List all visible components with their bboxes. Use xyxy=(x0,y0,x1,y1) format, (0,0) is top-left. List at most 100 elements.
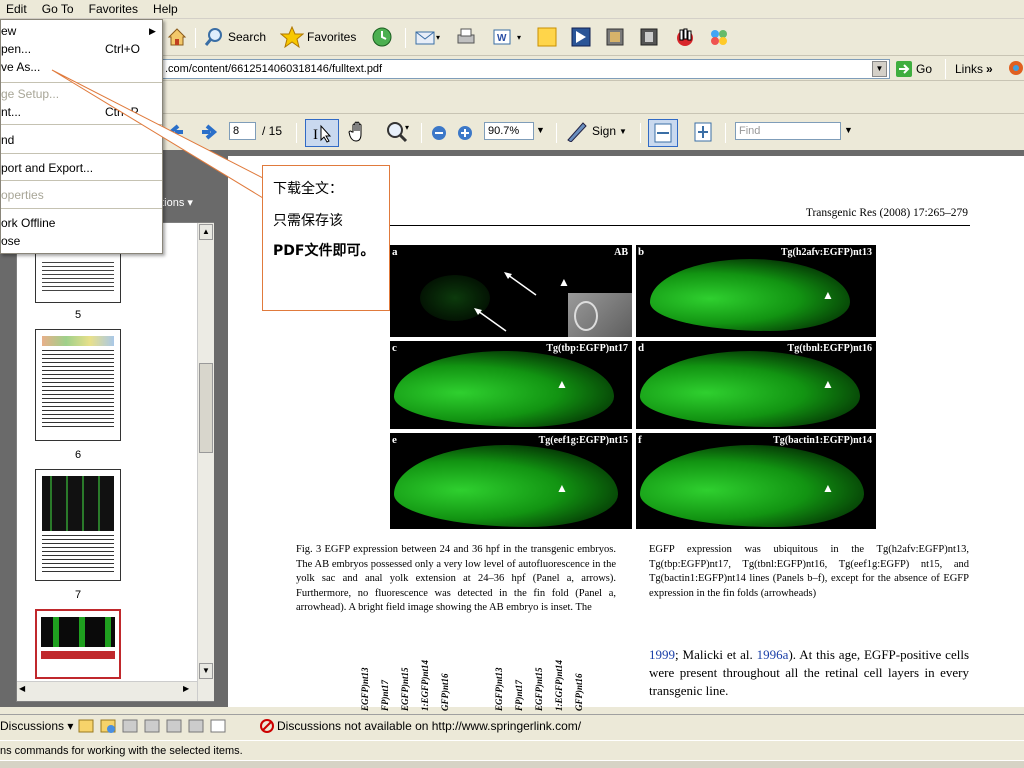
header-rule xyxy=(390,225,970,226)
citation-link[interactable]: 1996a xyxy=(757,647,789,662)
scroll-down-icon[interactable]: ▼ xyxy=(199,663,213,679)
arrowhead-icon: ▲ xyxy=(558,275,570,289)
notes-icon[interactable] xyxy=(536,25,560,49)
arrowhead-icon: ▲ xyxy=(822,481,834,495)
arrow-icon xyxy=(504,272,537,296)
not-available-icon xyxy=(260,719,274,733)
go-arrow-icon xyxy=(896,61,912,77)
discussions-label: Discussions xyxy=(0,719,65,733)
page-thumbnail[interactable] xyxy=(35,469,121,581)
discussions-bar: Discussions ▾ Discussions not available … xyxy=(0,714,1024,738)
status-text: ns commands for working with the selecte… xyxy=(0,745,243,757)
arrowhead-icon: ▲ xyxy=(822,288,834,302)
scroll-right-icon[interactable]: ▶ xyxy=(183,684,189,693)
rotated-label: 1:EGFP)nt14 xyxy=(420,659,430,711)
research-icon[interactable] xyxy=(604,25,628,49)
zoom-in-icon[interactable] xyxy=(456,121,474,145)
panel-letter: e xyxy=(392,434,397,446)
figure-panel-b: b Tg(h2afv:EGFP)nt13 ▲ xyxy=(636,245,876,337)
thumb-hscrollbar[interactable]: ◀ ▶ xyxy=(17,681,197,701)
discussions-button[interactable]: Discussions ▾ xyxy=(0,719,73,733)
messenger-icon[interactable] xyxy=(570,25,594,49)
fit-width-icon xyxy=(654,123,672,143)
thumbnail-page-number: 7 xyxy=(74,589,82,601)
annotation-callout: 下载全文： 只需保存该 PDF文件即可。 xyxy=(262,165,390,311)
figure-caption-left: Fig. 3 EGFP expression between 24 and 36… xyxy=(296,544,616,614)
find-dropdown-icon[interactable]: ▼ xyxy=(844,125,853,135)
rotated-label: 1:EGFP)nt14 xyxy=(554,659,564,711)
block-icon[interactable] xyxy=(674,25,698,49)
go-label: Go xyxy=(916,62,933,76)
discussion-icon[interactable] xyxy=(188,718,204,734)
arrow-icon xyxy=(474,308,507,332)
arrowhead-icon: ▲ xyxy=(556,377,568,391)
fit-width-button[interactable] xyxy=(648,119,678,147)
chevron-more-icon: » xyxy=(986,62,993,76)
panel-letter: b xyxy=(638,246,645,258)
zoom-level-value: 90.7% xyxy=(488,125,520,137)
svg-text:▾: ▾ xyxy=(405,123,409,132)
thumbnail-page-number: 6 xyxy=(74,449,82,461)
discussion-icon[interactable] xyxy=(144,718,160,734)
discussion-icon[interactable] xyxy=(122,718,138,734)
sign-dropdown-icon: ▼ xyxy=(619,126,627,136)
figure-panel-c: c Tg(tbp:EGFP)nt17 ▲ xyxy=(390,341,632,429)
arrowhead-icon: ▲ xyxy=(822,377,834,391)
fit-page-icon[interactable] xyxy=(692,120,714,144)
mail-icon[interactable]: ▾ xyxy=(414,25,444,49)
discussion-icon[interactable] xyxy=(166,718,182,734)
rotated-label: FP)nt17 xyxy=(514,679,524,711)
scroll-left-icon[interactable]: ◀ xyxy=(19,684,25,693)
zoom-dropdown-icon[interactable]: ▼ xyxy=(536,125,545,135)
go-button[interactable]: Go xyxy=(895,57,932,81)
links-label: Links xyxy=(955,62,984,76)
rotated-label: EGFP)nt15 xyxy=(534,667,544,711)
status-bar: ns commands for working with the selecte… xyxy=(0,740,1024,760)
callout-line: PDF文件即可。 xyxy=(273,243,375,259)
find-placeholder: Find xyxy=(739,125,761,137)
figure-panel-e: e Tg(eef1g:EGFP)nt15 ▲ xyxy=(390,433,632,529)
discussion-icon[interactable] xyxy=(100,718,116,734)
discussion-tools xyxy=(78,718,226,734)
citation-link[interactable]: 1999 xyxy=(649,647,675,662)
panel-title: Tg(tbnl:EGFP)nt16 xyxy=(787,343,872,354)
arrowhead-icon: ▲ xyxy=(556,481,568,495)
panel-title: AB xyxy=(614,247,628,258)
print-icon[interactable] xyxy=(454,25,478,49)
rotated-label: EGFP)nt13 xyxy=(494,667,504,711)
rotated-label: GFP)nt16 xyxy=(574,673,584,711)
page-thumbnail-current[interactable] xyxy=(35,609,121,679)
svg-text:▾: ▾ xyxy=(517,33,521,42)
svg-text:W: W xyxy=(497,33,507,44)
discussion-pane-icon[interactable] xyxy=(210,718,226,734)
media-icon[interactable] xyxy=(638,25,662,49)
discussions-message: Discussions not available on http://www.… xyxy=(277,719,582,733)
edit-word-icon[interactable]: W ▾ xyxy=(491,25,527,49)
scroll-thumb[interactable] xyxy=(199,363,213,453)
sign-button[interactable]: Sign ▼ xyxy=(565,119,627,143)
rotated-label: EGFP)nt15 xyxy=(400,667,410,711)
zoom-out-icon[interactable] xyxy=(430,121,448,145)
panel-letter: c xyxy=(392,342,397,354)
links-button[interactable]: Links » xyxy=(955,57,993,81)
discussion-icon[interactable] xyxy=(78,718,94,734)
callout-line: 只需保存该 xyxy=(273,213,343,229)
pen-icon xyxy=(567,122,587,142)
discussions-status: Discussions not available on http://www.… xyxy=(260,719,581,733)
link-favicon-icon[interactable] xyxy=(1008,60,1024,76)
body-text: ; Malicki et al. xyxy=(675,647,757,662)
zoom-level-input[interactable]: 90.7% xyxy=(484,122,534,140)
msn-butterfly-icon[interactable] xyxy=(708,25,732,49)
rotated-label: EGFP)nt13 xyxy=(360,667,370,711)
panel-title: Tg(h2afv:EGFP)nt13 xyxy=(780,247,872,258)
svg-text:▾: ▾ xyxy=(436,33,440,42)
page-thumbnail[interactable] xyxy=(35,329,121,441)
panel-title: Tg(bactin1:EGFP)nt14 xyxy=(773,435,872,446)
panel-letter: f xyxy=(638,434,642,446)
figure-caption-right: EGFP expression was ubiquitous in the Tg… xyxy=(649,544,969,599)
figure-panel-d: d Tg(tbnl:EGFP)nt16 ▲ xyxy=(636,341,876,429)
find-input[interactable]: Find xyxy=(735,122,841,140)
sign-label: Sign xyxy=(592,124,617,138)
address-dropdown-icon[interactable]: ▼ xyxy=(872,61,887,77)
panel-letter: d xyxy=(638,342,645,354)
